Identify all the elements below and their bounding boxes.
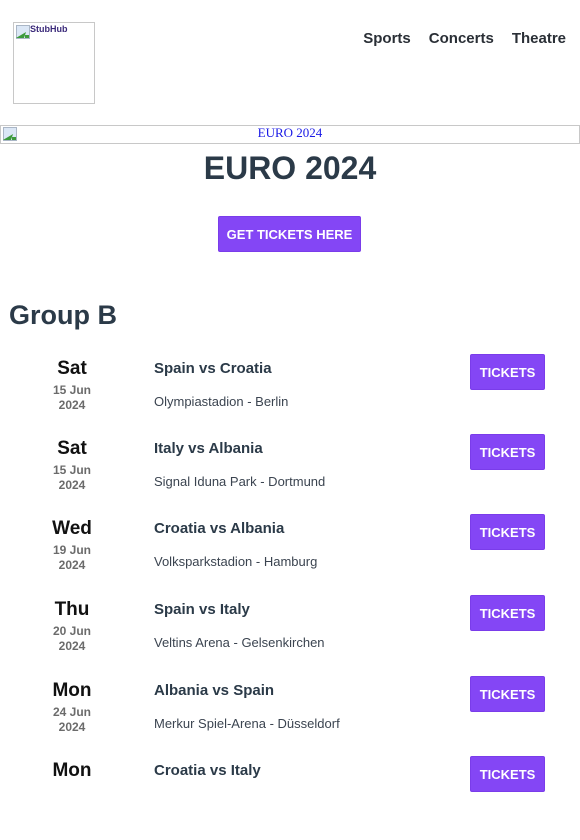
match-date: 15 Jun 2024 [22,463,122,493]
match-date-year: 2024 [58,720,86,734]
banner-alt-text: EURO 2024 [257,125,323,140]
match-date: 15 Jun 2024 [22,383,122,413]
match-date-year: 2024 [58,478,86,492]
match-row: Thu 20 Jun 2024 Spain vs Italy Veltins Arena… [0,595,580,679]
tickets-button[interactable]: TICKETS [470,514,545,550]
match-date: 19 Jun 2024 [22,543,122,573]
match-date-day-month: 20 Jun [52,624,91,638]
match-venue: Veltins Arena - Gelsenkirchen [154,635,325,650]
match-teams: Spain vs Italy [154,601,250,618]
match-day: Mon [52,680,92,701]
match-day: Sat [57,438,87,459]
nav-link-concerts[interactable]: Concerts [429,30,494,47]
hero-banner-image: EURO 2024 [0,125,580,144]
match-row: Sat 15 Jun 2024 Spain vs Croatia Olympiastad… [0,354,580,438]
match-date-year: 2024 [58,558,86,572]
match-row: Wed 19 Jun 2024 Croatia vs Albania Volkspark… [0,514,580,598]
tickets-button[interactable]: TICKETS [470,434,545,470]
match-date-day-month: 15 Jun [52,383,91,397]
match-day: Mon [52,760,92,781]
match-venue: Olympiastadion - Berlin [154,394,289,409]
match-teams: Croatia vs Italy [154,762,261,779]
match-day: Wed [52,518,92,539]
match-row: Mon Croatia vs Italy TICKETS [0,756,580,840]
stubhub-logo[interactable]: StubHub [13,22,95,104]
match-row: Sat 15 Jun 2024 Italy vs Albania Signal Idun… [0,434,580,518]
logo-alt-text: StubHub [30,24,68,34]
match-teams: Italy vs Albania [154,440,263,457]
match-row: Mon 24 Jun 2024 Albania vs Spain Merkur Spie… [0,676,580,760]
match-date-day-month: 19 Jun [52,543,91,557]
match-day: Thu [54,599,90,620]
tickets-button[interactable]: TICKETS [470,756,545,792]
tickets-button[interactable]: TICKETS [470,676,545,712]
match-date-year: 2024 [58,639,86,653]
match-date-year: 2024 [58,398,86,412]
tickets-button[interactable]: TICKETS [470,354,545,390]
match-venue: Signal Iduna Park - Dortmund [154,474,326,489]
nav-link-theatre[interactable]: Theatre [512,30,566,47]
get-tickets-button[interactable]: GET TICKETS HERE [218,216,361,252]
match-date: 24 Jun 2024 [22,705,122,735]
match-venue: Volksparkstadion - Hamburg [154,554,318,569]
tickets-button[interactable]: TICKETS [470,595,545,631]
broken-image-icon [15,24,31,40]
main-nav: Sports Concerts Theatre [363,30,566,47]
match-date-day-month: 24 Jun [52,705,91,719]
nav-link-sports[interactable]: Sports [363,30,411,47]
page-title: EURO 2024 [203,150,377,186]
group-title: Group B [9,300,117,330]
match-date-day-month: 15 Jun [52,463,91,477]
match-date: 20 Jun 2024 [22,624,122,654]
match-day: Sat [57,358,87,379]
match-venue: Merkur Spiel-Arena - Düsseldorf [154,716,340,731]
match-teams: Spain vs Croatia [154,360,272,377]
match-teams: Croatia vs Albania [154,520,285,537]
match-teams: Albania vs Spain [154,682,275,699]
